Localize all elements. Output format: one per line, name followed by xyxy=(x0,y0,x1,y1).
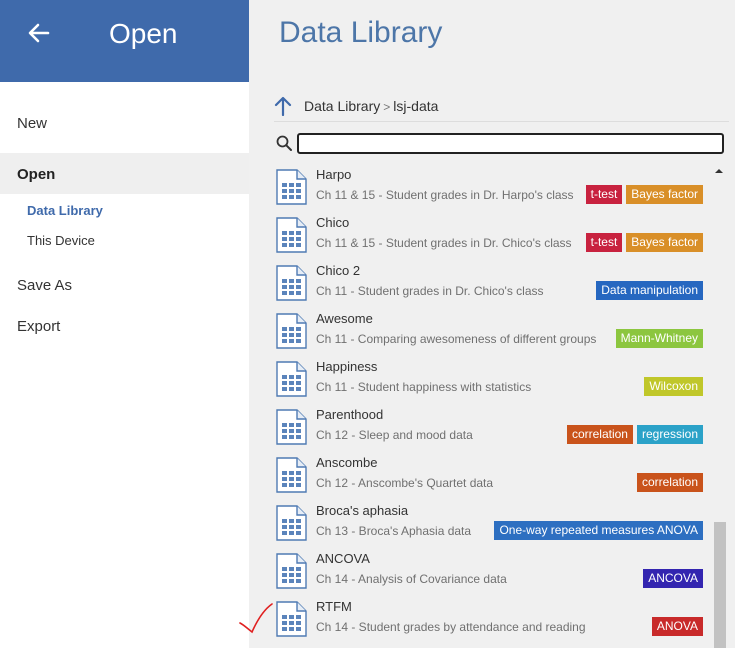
file-list-item[interactable]: Awesome Ch 11 - Comparing awesomeness of … xyxy=(274,306,704,354)
tag-badge: Wilcoxon xyxy=(644,377,703,396)
tag-badge: Bayes factor xyxy=(626,185,703,204)
file-list-item[interactable]: Chico 2 Ch 11 - Student grades in Dr. Chi… xyxy=(274,258,704,306)
file-tags: correlation xyxy=(636,473,703,492)
file-tags: Mann-Whitney xyxy=(615,329,703,348)
file-tags: t-test Bayes factor xyxy=(585,185,703,204)
search-input[interactable] xyxy=(297,133,724,154)
nav-title: Open xyxy=(109,18,178,49)
file-name: Parenthood xyxy=(316,407,384,422)
file-tags: correlation regression xyxy=(566,425,703,444)
nav-item-open[interactable]: Open xyxy=(17,166,55,183)
file-name: Happiness xyxy=(316,359,378,374)
file-tags: ANOVA xyxy=(651,617,703,636)
spreadsheet-file-icon xyxy=(276,601,307,637)
spreadsheet-file-icon xyxy=(276,409,307,445)
file-description: Ch 11 - Student happiness with statistic… xyxy=(316,380,532,394)
file-tags: Wilcoxon xyxy=(644,377,703,396)
spreadsheet-file-icon xyxy=(276,169,307,205)
tag-badge: ANOVA xyxy=(651,617,703,636)
tag-badge: t-test xyxy=(585,185,623,204)
file-name: ANCOVA xyxy=(316,551,370,566)
tag-badge: t-test xyxy=(585,233,623,252)
tag-badge: One-way repeated measures ANOVA xyxy=(494,521,703,540)
file-name: Anscombe xyxy=(316,455,378,470)
file-name: Chico xyxy=(316,215,350,230)
spreadsheet-file-icon xyxy=(276,217,307,253)
file-description: Ch 11 - Comparing awesomeness of differe… xyxy=(316,332,597,346)
file-name: Chico 2 xyxy=(316,263,361,278)
file-description: Ch 11 - Student grades in Dr. Chico's cl… xyxy=(316,284,544,298)
search-icon xyxy=(276,135,292,151)
tag-badge: Data manipulation xyxy=(596,281,703,300)
file-tags: t-test Bayes factor xyxy=(585,233,703,252)
file-list-item[interactable]: Parenthood Ch 12 - Sleep and mood data cor… xyxy=(274,402,704,450)
nav-item-save-as[interactable]: Save As xyxy=(17,277,72,294)
file-tags: Data manipulation xyxy=(596,281,703,300)
tag-badge: correlation xyxy=(566,425,633,444)
tag-badge: regression xyxy=(636,425,703,444)
red-checkmark-annotation xyxy=(239,603,273,634)
breadcrumb-separator: > xyxy=(383,100,391,114)
file-list-item[interactable]: Chico Ch 11 & 15 - Student grades in Dr. … xyxy=(274,210,704,258)
tag-badge: Mann-Whitney xyxy=(615,329,703,348)
file-description: Ch 13 - Broca's Aphasia data xyxy=(316,524,472,538)
file-tags: ANCOVA xyxy=(643,569,703,588)
nav-header: Open xyxy=(0,0,249,82)
file-list-item[interactable]: Happiness Ch 11 - Student happiness with … xyxy=(274,354,704,402)
spreadsheet-file-icon xyxy=(276,505,307,541)
spreadsheet-file-icon xyxy=(276,553,307,589)
spreadsheet-file-icon xyxy=(276,457,307,493)
scroll-up-icon[interactable] xyxy=(714,166,724,176)
file-list-item[interactable]: Broca's aphasia Ch 13 - Broca's Aphasia d… xyxy=(274,498,704,546)
breadcrumb-item-lsj-data[interactable]: lsj-data xyxy=(393,98,438,114)
file-name: Broca's aphasia xyxy=(316,503,409,518)
file-list-item[interactable]: Harpo Ch 11 & 15 - Student grades in Dr. … xyxy=(274,162,704,210)
file-name: RTFM xyxy=(316,599,352,614)
up-arrow-icon[interactable] xyxy=(274,96,292,116)
file-list-item[interactable]: Anscombe Ch 12 - Anscombe's Quartet data c… xyxy=(274,450,704,498)
nav-sub-data-library[interactable]: Data Library xyxy=(27,203,103,218)
back-arrow-icon[interactable] xyxy=(26,20,52,46)
file-description: Ch 11 & 15 - Student grades in Dr. Chico… xyxy=(316,236,572,250)
file-list-item[interactable]: RTFM Ch 14 - Student grades by attendance… xyxy=(274,594,704,642)
file-description: Ch 11 & 15 - Student grades in Dr. Harpo… xyxy=(316,188,574,202)
file-name: Awesome xyxy=(316,311,373,326)
tag-badge: Bayes factor xyxy=(626,233,703,252)
file-list-item[interactable]: ANCOVA Ch 14 - Analysis of Covariance dat… xyxy=(274,546,704,594)
breadcrumb: Data Library > lsj-data xyxy=(274,94,729,122)
page-title: Data Library xyxy=(279,16,443,49)
breadcrumb-item-data-library[interactable]: Data Library xyxy=(304,98,380,114)
nav-item-export[interactable]: Export xyxy=(17,318,60,335)
file-description: Ch 12 - Sleep and mood data xyxy=(316,428,473,442)
backstage-nav: Open New Open Data Library This Device S… xyxy=(0,0,249,648)
scrollbar-thumb[interactable] xyxy=(714,522,726,648)
nav-sub-this-device[interactable]: This Device xyxy=(27,233,95,248)
spreadsheet-file-icon xyxy=(276,265,307,301)
spreadsheet-file-icon xyxy=(276,361,307,397)
file-list: Harpo Ch 11 & 15 - Student grades in Dr. … xyxy=(274,162,704,648)
file-description: Ch 14 - Student grades by attendance and… xyxy=(316,620,586,634)
file-description: Ch 12 - Anscombe's Quartet data xyxy=(316,476,494,490)
file-name: Harpo xyxy=(316,167,352,182)
file-tags: One-way repeated measures ANOVA xyxy=(494,521,703,540)
spreadsheet-file-icon xyxy=(276,313,307,349)
file-description: Ch 14 - Analysis of Covariance data xyxy=(316,572,507,586)
tag-badge: ANCOVA xyxy=(643,569,703,588)
tag-badge: correlation xyxy=(636,473,703,492)
data-library-pane: Data Library Data Library > lsj-data Harpo… xyxy=(249,0,735,648)
nav-item-new[interactable]: New xyxy=(17,115,47,132)
